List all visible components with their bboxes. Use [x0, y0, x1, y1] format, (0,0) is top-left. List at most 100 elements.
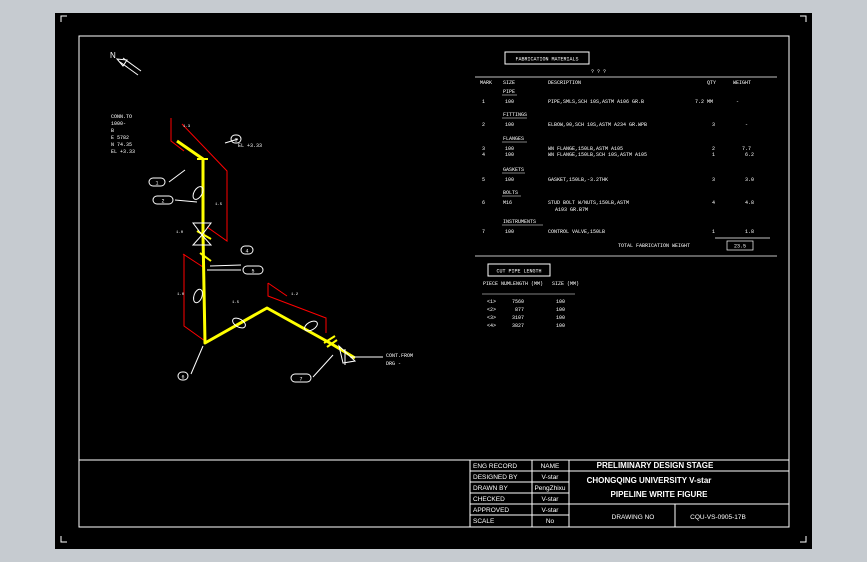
tb-value: V-star — [542, 496, 560, 503]
bom-total-label: TOTAL FABRICATION WEIGHT — [618, 243, 690, 249]
bom-cell: 1.8 — [745, 229, 754, 235]
bom-cell: 2 — [482, 122, 485, 128]
tb-figure: PIPELINE WRITE FIGURE — [611, 490, 709, 499]
callout-7: 7 — [290, 373, 312, 383]
cut-pipe-cell: 100 — [556, 307, 565, 313]
cut-pipe-cell: <4> — [487, 323, 496, 329]
bom-cell: - — [745, 122, 748, 128]
svg-text:1.5: 1.5 — [215, 203, 223, 207]
cut-pipe-cell: 7560 — [512, 299, 524, 305]
svg-text:CONT.FROM: CONT.FROM — [386, 353, 413, 359]
svg-text:1.3: 1.3 — [183, 125, 191, 129]
bom-cell: 3.0 — [745, 177, 754, 183]
svg-text:5: 5 — [251, 269, 254, 275]
tb-label: DESIGNED BY — [473, 474, 518, 481]
tb-label: APPROVED — [473, 507, 509, 514]
cut-pipe-cell: 100 — [556, 299, 565, 305]
bom-title: FABRICATION MATERIALS — [515, 57, 578, 63]
bom-cell: STUD BOLT W/NUTS,150LB,ASTM — [548, 200, 629, 206]
bom-header-weight: WEIGHT — [733, 80, 751, 86]
bom-cell: 6 — [482, 200, 485, 206]
bom-cell: GASKET,150LB,-3.2THK — [548, 177, 608, 183]
svg-text:1000-: 1000- — [111, 121, 126, 127]
svg-text:1.0: 1.0 — [177, 293, 185, 297]
bom-cell: PIPE,SMLS,SCH 10S,ASTM A106 GR.B — [548, 99, 644, 105]
tb-university: CHONGQING UNIVERSITY V-star — [587, 476, 712, 485]
tb-label: CHECKED — [473, 496, 505, 503]
bom-section: BOLTS — [503, 190, 518, 196]
bom-cell: 3 — [712, 177, 715, 183]
tb-value: No — [546, 518, 555, 525]
bom-cell: ELBOW,90,SCH 10S,ASTM A234 GR.WPB — [548, 122, 647, 128]
cut-pipe-cell: <3> — [487, 315, 496, 321]
tb-label: ENG RECORD — [473, 463, 517, 470]
cut-pipe-cell: 3107 — [512, 315, 524, 321]
cut-pipe-header: LENGTH (MM) — [510, 281, 543, 287]
tb-drawing-no-label: DRAWING NO — [612, 514, 655, 521]
bom-cell: 100 — [505, 122, 514, 128]
cut-pipe-cell: 100 — [556, 323, 565, 329]
bom-cell: 100 — [505, 229, 514, 235]
svg-text:2: 2 — [161, 199, 164, 205]
north-label: N — [110, 51, 116, 60]
cut-pipe-cell: <1> — [487, 299, 496, 305]
bom-cell: 100 — [505, 177, 514, 183]
bom-cell: 5 — [482, 177, 485, 183]
bom-section: INSTRUMENTS — [503, 219, 536, 225]
bom-cell: 7 — [482, 229, 485, 235]
tb-value: PengZhixu — [534, 485, 565, 492]
bom-cell: CONTROL VALVE,150LB — [548, 229, 605, 235]
callout-6: 6 — [177, 371, 189, 381]
bom-cell: 3 — [712, 122, 715, 128]
svg-text:1.5: 1.5 — [232, 301, 240, 305]
bom-cell: WN FLANGE,150LB,SCH 10S,ASTM A105 — [548, 152, 647, 158]
drawing-border — [78, 35, 790, 528]
svg-text:DRG -: DRG - — [386, 361, 401, 367]
tb-drawing-no: CQU-VS-0905-17B — [690, 514, 746, 521]
callout-1: 1 — [148, 177, 166, 187]
bom-table: FABRICATION MATERIALS ? ? ? MARK SIZE DE… — [475, 51, 777, 257]
svg-text:7: 7 — [299, 377, 302, 383]
bom-cell: 100 — [505, 152, 514, 158]
bom-cell: 100 — [505, 99, 514, 105]
pipe-run — [176, 139, 356, 360]
svg-text:1.0: 1.0 — [176, 231, 184, 235]
tb-label: SCALE — [473, 518, 495, 525]
tb-value: V-star — [542, 474, 560, 481]
tb-label: DRAWN BY — [473, 485, 508, 492]
tb-value: V-star — [542, 507, 560, 514]
cut-pipe-cell: 877 — [515, 307, 524, 313]
bom-cell: 1 — [712, 152, 715, 158]
drawing-canvas[interactable]: N 1 2 3 4 5 6 7 CONN.TO 1000- B E 5782 N… — [55, 13, 812, 549]
bom-section: GASKETS — [503, 167, 524, 173]
cut-pipe-cell: <2> — [487, 307, 496, 313]
svg-text:E 5782: E 5782 — [111, 135, 129, 141]
svg-text:4: 4 — [245, 249, 248, 255]
bom-cell: A193 GR.B7M — [555, 207, 588, 213]
cut-pipe-table: CUT PIPE LENGTH PIECE NUM LENGTH (MM) SI… — [482, 263, 579, 329]
bom-cell: 1 — [482, 99, 485, 105]
bom-cell: 1 — [712, 229, 715, 235]
bom-header-desc: DESCRIPTION — [548, 80, 581, 86]
callout-4: 4 — [240, 245, 254, 255]
svg-text:EL +3.33: EL +3.33 — [111, 149, 135, 155]
tb-value: NAME — [541, 463, 560, 470]
svg-text:N 74.35: N 74.35 — [111, 142, 132, 148]
bom-subtitle: ? ? ? — [591, 69, 606, 75]
cut-pipe-header: PIECE NUM — [483, 281, 510, 287]
iso-text: CONN.TO 1000- B E 5782 N 74.35 EL +3.33 … — [111, 114, 413, 367]
cad-viewport[interactable]: N 1 2 3 4 5 6 7 CONN.TO 1000- B E 5782 N… — [0, 0, 867, 562]
bom-header-qty: QTY — [707, 80, 716, 86]
bom-section: PIPE — [503, 89, 515, 95]
north-arrow: N — [110, 51, 142, 76]
cut-pipe-title: CUT PIPE LENGTH — [496, 269, 541, 275]
bom-section: FLANGES — [503, 136, 524, 142]
bom-cell: 4 — [482, 152, 485, 158]
leader-lines — [168, 138, 383, 378]
bom-header-size: SIZE — [503, 80, 515, 86]
bom-header-mark: MARK — [480, 80, 492, 86]
bom-cell: M16 — [503, 200, 512, 206]
svg-text:CONN.TO: CONN.TO — [111, 114, 132, 120]
svg-text:1.2: 1.2 — [291, 293, 299, 297]
bom-cell: - — [736, 99, 739, 105]
